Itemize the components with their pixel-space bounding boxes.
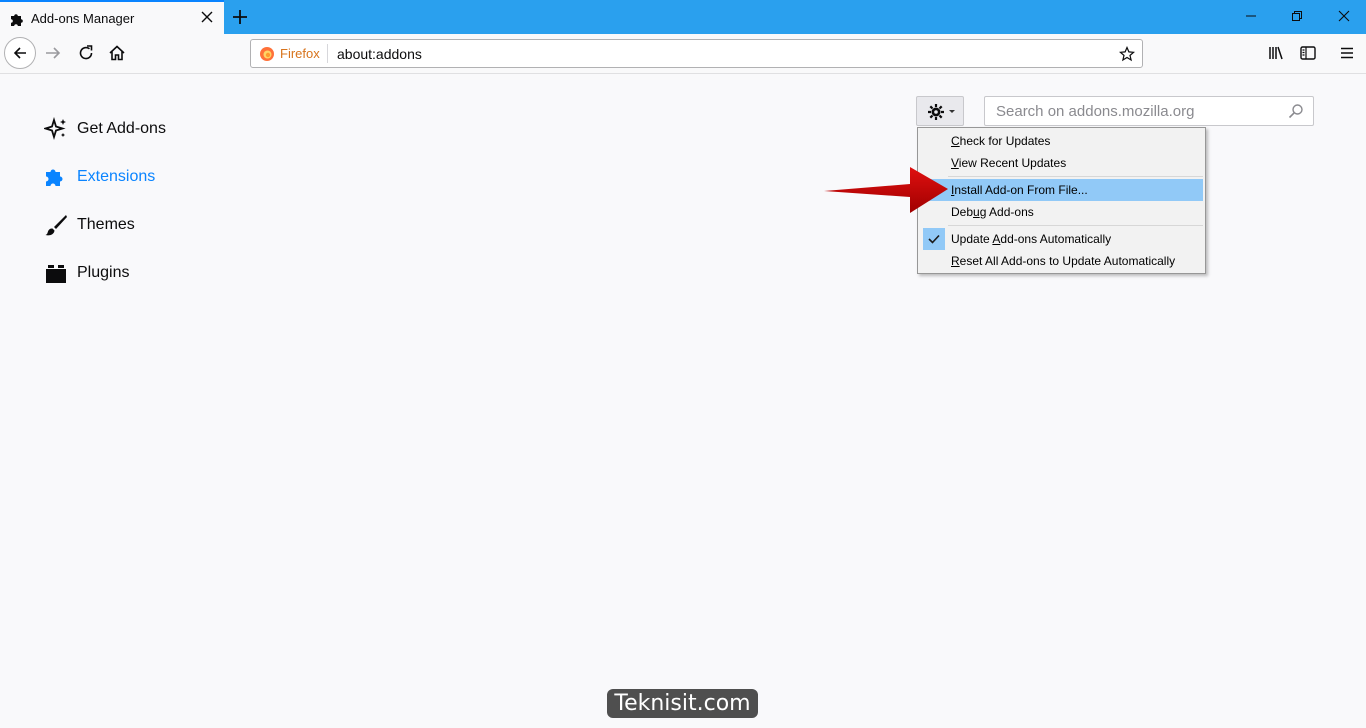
menu-item-view-recent-updates[interactable]: View Recent Updates [921,152,1203,174]
firefox-icon [260,47,274,61]
menu-item-install-addon-from-file[interactable]: Install Add-on From File... [921,179,1203,201]
category-themes[interactable]: Themes [44,211,135,239]
menu-item-label: Debug Add-ons [951,205,1034,219]
brush-icon [45,215,67,236]
home-icon[interactable] [108,44,126,62]
puzzle-icon [11,14,23,26]
tab-title: Add-ons Manager [31,11,135,26]
gear-icon [928,104,944,120]
tools-menu-button[interactable] [916,96,964,126]
red-arrow-annotation [824,167,948,213]
tools-popup-menu: Check for Updates View Recent Updates In… [917,127,1206,274]
menu-item-debug-addons[interactable]: Debug Add-ons [921,201,1203,223]
reload-icon[interactable] [77,44,95,62]
tab-addons-manager[interactable]: Add-ons Manager [0,0,224,34]
menu-item-label: Update Add-ons Automatically [951,232,1112,246]
bookmark-star-icon[interactable] [1119,46,1135,62]
new-tab-icon[interactable] [230,7,250,27]
back-button[interactable] [4,37,36,69]
sparkle-icon [44,117,66,141]
navigation-toolbar: Firefox about:addons [0,34,1366,74]
addons-search-box[interactable] [984,96,1314,126]
forward-arrow-icon[interactable] [44,44,62,62]
menu-item-label: View Recent Updates [951,156,1067,170]
menu-item-label: Install Add-on From File... [951,183,1088,197]
category-extensions[interactable]: Extensions [44,163,155,191]
menu-item-update-addons-automatically[interactable]: Update Add-ons Automatically [921,228,1203,250]
menu-item-label: Reset All Add-ons to Update Automaticall… [951,254,1176,268]
watermark: Teknisit.com [607,689,758,718]
url-bar[interactable]: Firefox about:addons [250,39,1143,68]
menu-item-reset-all-addons[interactable]: Reset All Add-ons to Update Automaticall… [921,250,1203,272]
tab-strip: Add-ons Manager [0,0,1366,34]
menu-item-label: Check for Updates [951,134,1051,148]
menu-separator [948,225,1203,226]
category-label: Themes [77,216,135,233]
sidebar-toggle-icon[interactable] [1299,44,1317,62]
close-icon[interactable] [200,10,214,24]
checkmark-icon [923,228,945,250]
category-label: Get Add-ons [77,120,166,137]
category-label: Extensions [77,168,156,185]
url-text[interactable]: about:addons [337,46,422,62]
minimize-icon[interactable] [1244,9,1258,23]
menu-separator [948,176,1203,177]
menu-item-check-for-updates[interactable]: Check for Updates [921,130,1203,152]
category-plugins[interactable]: Plugins [44,259,129,287]
search-input[interactable] [985,97,1285,125]
restore-icon[interactable] [1290,9,1304,23]
search-icon[interactable] [1288,103,1304,119]
url-separator [327,44,328,63]
category-get-addons[interactable]: Get Add-ons [44,115,166,143]
category-label: Plugins [77,264,130,281]
hamburger-menu-icon[interactable] [1338,44,1356,62]
puzzle-icon [46,169,63,186]
back-arrow-icon [13,47,26,59]
plugin-icon [46,265,66,283]
window-close-icon[interactable] [1337,9,1351,23]
chevron-down-icon [949,110,955,113]
identity-label[interactable]: Firefox [280,46,320,61]
library-icon[interactable] [1267,44,1285,62]
